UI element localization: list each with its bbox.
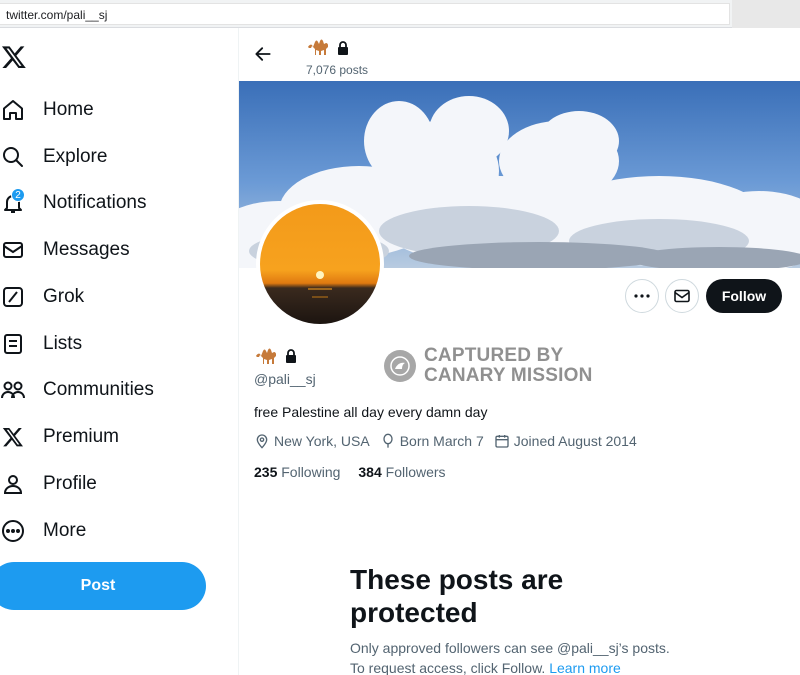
sidebar: Home Explore 2 Notifications Messages Gr… [0, 28, 238, 675]
protected-line1: Only approved followers can see @pali__s… [350, 640, 670, 656]
x-icon [0, 424, 26, 450]
avatar[interactable] [256, 200, 384, 328]
sidebar-item-label: Home [43, 99, 94, 120]
sidebar-item-home[interactable]: Home [0, 90, 230, 130]
birthday-text: Born March 7 [399, 433, 484, 449]
profile-meta: New York, USA Born March 7 Joined August… [254, 433, 647, 449]
birthday-item: Born March 7 [380, 433, 484, 449]
protected-line2: To request access, click Follow. [350, 660, 546, 675]
canary-text: CAPTURED BY CANARY MISSION [424, 346, 593, 386]
post-count: 7,076 posts [306, 63, 369, 77]
protected-title: These posts are protected [350, 564, 564, 628]
following-label: Following [281, 464, 341, 480]
envelope-icon [0, 237, 26, 263]
post-button[interactable]: Post [0, 562, 206, 610]
canary-logo-icon [384, 350, 416, 382]
sidebar-item-label: Grok [43, 286, 85, 307]
back-arrow-icon[interactable] [253, 44, 273, 64]
lock-icon [337, 39, 349, 60]
ellipsis-icon [634, 294, 650, 298]
user-handle: @pali__sj [254, 371, 316, 387]
sidebar-item-explore[interactable]: Explore [0, 137, 230, 177]
sidebar-item-grok[interactable]: Grok [0, 277, 230, 317]
sidebar-item-label: Explore [43, 146, 108, 167]
watermark-line2: CANARY MISSION [424, 365, 593, 386]
browser-address-bar: twitter.com/pali__sj [0, 0, 800, 28]
sidebar-item-messages[interactable]: Messages [0, 230, 230, 270]
more-options-button[interactable] [625, 279, 659, 313]
follow-button[interactable]: Follow [706, 279, 782, 313]
list-icon [0, 331, 26, 357]
followers-label: Followers [385, 464, 446, 480]
browser-toolbar-area [732, 0, 800, 28]
joined-text: Joined August 2014 [513, 433, 637, 449]
location-text: New York, USA [274, 433, 370, 449]
profile-main: 7,076 posts Follow @pali__sj CAPTURED BY… [239, 28, 800, 675]
following-count: 235 [254, 464, 278, 480]
location-pin-icon [256, 434, 268, 449]
sidebar-item-label: Lists [43, 333, 83, 354]
envelope-icon [674, 289, 690, 303]
message-button[interactable] [665, 279, 699, 313]
people-icon [0, 377, 26, 403]
sidebar-item-more[interactable]: More [0, 511, 230, 551]
camel-icon [307, 37, 331, 62]
person-icon [0, 471, 26, 497]
bell-icon: 2 [0, 188, 26, 216]
sidebar-item-communities[interactable]: Communities [0, 370, 230, 410]
sidebar-item-lists[interactable]: Lists [0, 324, 230, 364]
lock-icon [285, 349, 297, 368]
sidebar-item-premium[interactable]: Premium [0, 417, 230, 457]
calendar-icon [495, 435, 509, 448]
profile-bio: free Palestine all day every damn day [254, 404, 488, 420]
watermark-line1: CAPTURED BY [424, 345, 564, 366]
canary-mission-watermark: CAPTURED BY CANARY MISSION [384, 346, 593, 386]
sidebar-item-notifications[interactable]: 2 Notifications [0, 183, 230, 223]
search-icon [0, 144, 26, 170]
profile-header-bar: 7,076 posts [239, 28, 800, 81]
followers-link[interactable]: 384 Followers [358, 464, 445, 480]
sidebar-item-profile[interactable]: Profile [0, 464, 230, 504]
sidebar-item-label: Profile [43, 473, 97, 494]
display-name [255, 346, 297, 371]
sidebar-item-label: Communities [43, 379, 154, 400]
x-logo-icon[interactable] [0, 44, 30, 72]
grok-icon [0, 284, 26, 310]
balloon-icon [383, 433, 393, 448]
joined-item: Joined August 2014 [494, 433, 637, 449]
more-circle-icon [0, 518, 26, 544]
url-field[interactable]: twitter.com/pali__sj [0, 3, 730, 25]
sidebar-item-label: More [43, 520, 87, 541]
protected-description: Only approved followers can see @pali__s… [350, 638, 670, 675]
sidebar-item-label: Premium [43, 426, 120, 447]
following-link[interactable]: 235 Following [254, 464, 340, 480]
learn-more-link[interactable]: Learn more [549, 660, 621, 675]
location-item: New York, USA [254, 433, 370, 449]
follow-stats: 235 Following 384 Followers [254, 464, 464, 480]
sidebar-item-label: Notifications [43, 192, 147, 213]
url-text: twitter.com/pali__sj [6, 8, 108, 22]
header-display-name [307, 37, 349, 62]
followers-count: 384 [358, 464, 382, 480]
camel-icon [255, 346, 279, 371]
notification-badge: 2 [11, 188, 25, 202]
sidebar-item-label: Messages [43, 239, 130, 260]
home-icon [0, 97, 26, 123]
